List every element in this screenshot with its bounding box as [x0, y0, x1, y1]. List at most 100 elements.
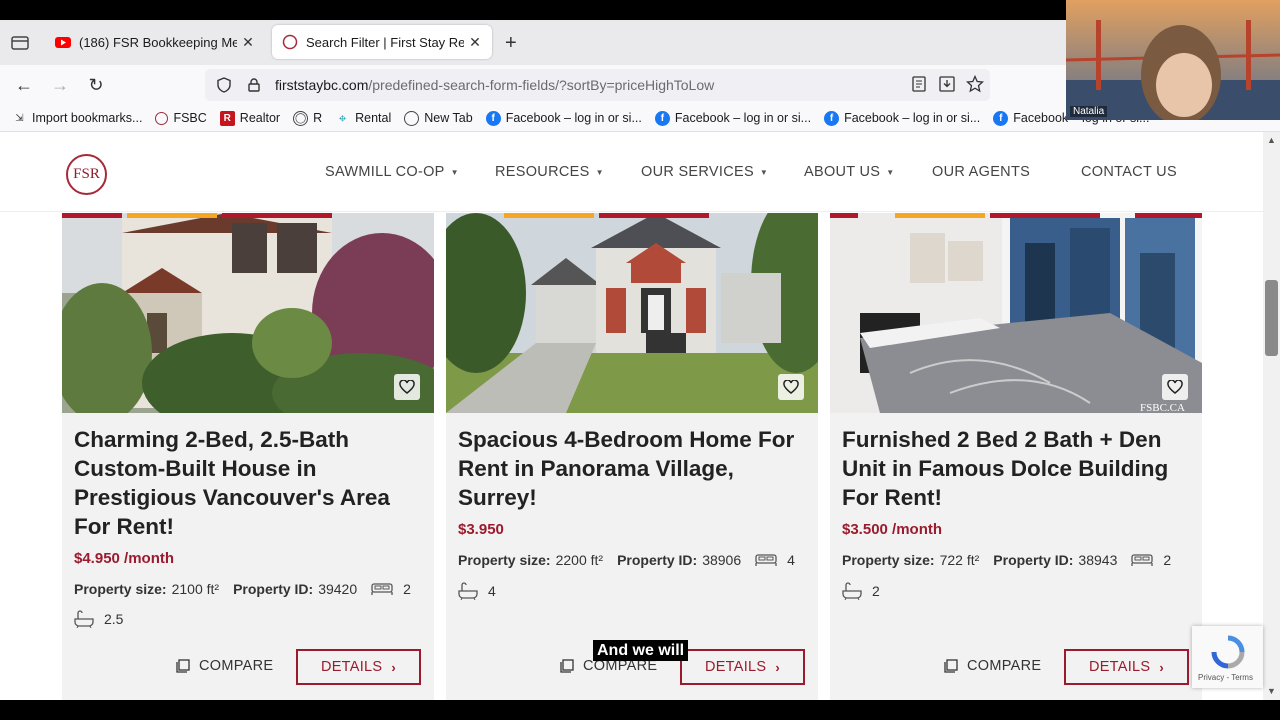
- menu-our-services[interactable]: OUR SERVICES ▼: [641, 164, 768, 180]
- stripe: [127, 213, 217, 218]
- bookmark-new-tab[interactable]: New Tab: [404, 110, 473, 126]
- bookmark-label: Facebook – log in or si...: [505, 111, 642, 125]
- compare-label: COMPARE: [967, 658, 1042, 674]
- facebook-icon: f: [824, 110, 840, 126]
- bookmark-facebook[interactable]: f Facebook – log in or si...: [485, 110, 642, 126]
- compare-button[interactable]: COMPARE: [176, 658, 273, 674]
- menu-label: ABOUT US: [804, 164, 881, 180]
- site-logo[interactable]: FSR: [66, 154, 107, 195]
- listing-card: Spacious 4-Bedroom Home For Rent in Pano…: [446, 213, 818, 700]
- back-icon[interactable]: ←: [12, 73, 36, 97]
- stripe: [895, 213, 985, 218]
- recaptcha-links[interactable]: Privacy - Terms: [1198, 673, 1253, 682]
- facebook-icon: f: [993, 110, 1009, 126]
- realtor-icon: R: [219, 110, 235, 126]
- listing-title[interactable]: Charming 2-Bed, 2.5-Bath Custom-Built Ho…: [74, 425, 424, 541]
- page-scrollbar[interactable]: ▲ ▼: [1263, 132, 1280, 700]
- watermark: FSBC.CA: [1140, 402, 1185, 413]
- caret-down-icon: ▼: [759, 167, 769, 177]
- bottom-letterbox: [0, 700, 1280, 720]
- stripe: [62, 213, 122, 218]
- reload-icon[interactable]: ↻: [84, 73, 108, 97]
- chevron-right-icon: ›: [775, 659, 781, 675]
- bookmark-import[interactable]: ⇲ Import bookmarks...: [12, 111, 142, 126]
- bookmark-star-icon[interactable]: [966, 75, 984, 93]
- listing-title[interactable]: Spacious 4-Bedroom Home For Rent in Pano…: [458, 425, 808, 512]
- close-tab-icon[interactable]: ✕: [468, 34, 482, 51]
- chevron-right-icon: ›: [391, 659, 397, 675]
- stripe: [830, 213, 858, 218]
- menu-sawmill-coop[interactable]: SAWMILL CO-OP ▼: [325, 164, 459, 180]
- tab-overview-icon[interactable]: [11, 34, 29, 50]
- favorite-heart-icon[interactable]: [778, 374, 804, 400]
- size-label: Property size:: [458, 552, 551, 568]
- bed-icon: [755, 554, 777, 566]
- menu-contact-us[interactable]: CONTACT US: [1081, 164, 1177, 180]
- new-tab-icon[interactable]: +: [505, 32, 517, 55]
- url-path: /predefined-search-form-fields/?sortBy=p…: [368, 77, 715, 93]
- beds-value: 2: [403, 581, 411, 597]
- menu-resources[interactable]: RESOURCES ▼: [495, 164, 604, 180]
- bookmark-fsbc[interactable]: FSBC: [155, 111, 207, 125]
- compare-icon: [176, 659, 190, 673]
- recaptcha-badge[interactable]: Privacy - Terms: [1192, 626, 1263, 688]
- bathtub-icon: [74, 610, 94, 628]
- youtube-icon: [55, 37, 71, 48]
- bookmark-label: New Tab: [424, 111, 473, 125]
- url-host: firststaybc.com: [275, 77, 369, 93]
- bookmark-label: Import bookmarks...: [32, 111, 143, 125]
- menu-about-us[interactable]: ABOUT US ▼: [804, 164, 894, 180]
- shield-icon[interactable]: [213, 77, 235, 93]
- size-label: Property size:: [74, 581, 167, 597]
- map-pin-icon: ⌖: [338, 109, 347, 126]
- id-value: 38906: [702, 552, 742, 568]
- tab-search-filter[interactable]: Search Filter | First Stay Realty In ✕: [272, 25, 492, 59]
- menu-label: CONTACT US: [1081, 164, 1177, 180]
- stripe: [504, 213, 594, 218]
- bookmark-label: Facebook – log in or si...: [844, 111, 981, 125]
- listing-baths: 2: [842, 582, 880, 600]
- scroll-up-icon[interactable]: ▲: [1267, 135, 1276, 145]
- size-value: 722 ft²: [939, 552, 980, 568]
- listing-card: FSBC.CA Furnished 2 Bed 2 Bath + Den Uni…: [830, 213, 1202, 700]
- baths-value: 4: [488, 583, 496, 599]
- caret-down-icon: ▼: [886, 167, 895, 177]
- id-label: Property ID:: [993, 552, 1074, 568]
- listing-photo[interactable]: [62, 213, 434, 413]
- reader-view-icon[interactable]: [910, 75, 928, 93]
- listing-title[interactable]: Furnished 2 Bed 2 Bath + Den Unit in Fam…: [842, 425, 1192, 512]
- bathtub-icon: [842, 582, 862, 600]
- listing-photo[interactable]: [446, 213, 818, 413]
- close-tab-icon[interactable]: ✕: [241, 34, 255, 51]
- stripe: [990, 213, 1100, 218]
- listing-photo[interactable]: FSBC.CA: [830, 213, 1202, 413]
- scroll-down-icon[interactable]: ▼: [1267, 686, 1276, 696]
- bookmark-label: FSBC: [173, 111, 207, 125]
- bookmark-rental[interactable]: ⌖ Rental: [335, 109, 392, 126]
- fsbc-icon: [155, 111, 169, 125]
- details-button[interactable]: DETAILS ›: [680, 649, 805, 685]
- compare-button[interactable]: COMPARE: [944, 658, 1041, 674]
- url-bar[interactable]: firststaybc.com/predefined-search-form-f…: [205, 69, 990, 101]
- tab-youtube[interactable]: (186) FSR Bookkeeping Meeting ✕: [45, 25, 265, 59]
- favorite-heart-icon[interactable]: [1162, 374, 1188, 400]
- fsr-favicon-icon: [282, 34, 298, 50]
- bookmark-facebook[interactable]: f Facebook – log in or si...: [654, 110, 811, 126]
- listing-price: $3.500 /month: [842, 521, 943, 538]
- listing-meta: Property size: 2100 ft² Property ID: 39420…: [74, 581, 411, 597]
- details-button[interactable]: DETAILS ›: [296, 649, 421, 685]
- forward-icon[interactable]: →: [48, 73, 72, 97]
- id-value: 38943: [1078, 552, 1118, 568]
- download-icon[interactable]: [938, 75, 956, 93]
- scrollbar-thumb[interactable]: [1265, 280, 1278, 356]
- bookmark-r[interactable]: ◯ R: [293, 110, 322, 126]
- size-value: 2100 ft²: [171, 581, 220, 597]
- menu-our-agents[interactable]: OUR AGENTS: [932, 164, 1030, 180]
- favorite-heart-icon[interactable]: [394, 374, 420, 400]
- bed-icon: [1131, 554, 1154, 566]
- bookmark-facebook[interactable]: f Facebook – log in or si...: [824, 110, 981, 126]
- details-button[interactable]: DETAILS ›: [1064, 649, 1189, 685]
- bookmark-realtor[interactable]: R Realtor: [219, 110, 280, 126]
- stripe: [1135, 213, 1202, 218]
- lock-icon[interactable]: [243, 78, 265, 92]
